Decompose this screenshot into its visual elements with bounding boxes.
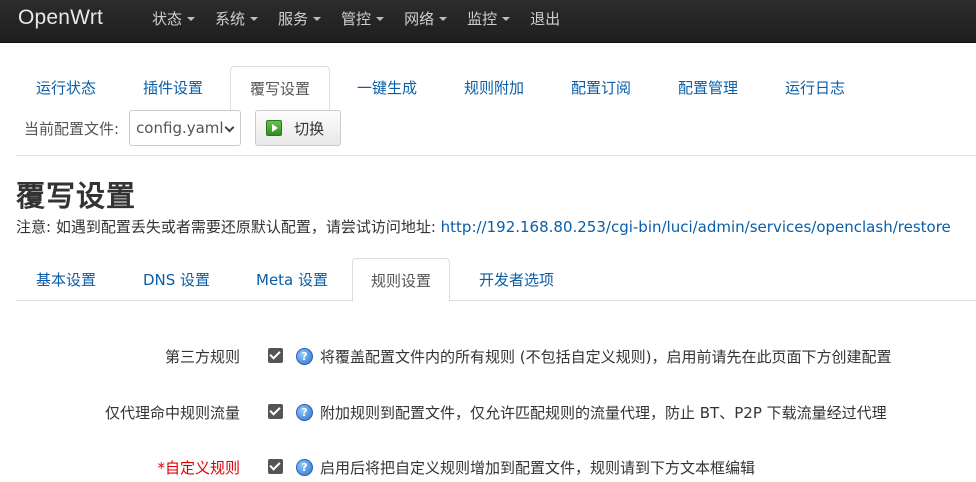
option-row-custom-rules: *自定义规则 ? 启用后将把自定义规则增加到配置文件，规则请到下方文本框编辑	[0, 455, 976, 479]
config-file-selected: config.yaml	[136, 119, 224, 137]
nav-item-label: 管控	[341, 9, 372, 28]
tab-basic-settings[interactable]: 基本设置	[36, 258, 96, 301]
section-divider	[16, 155, 976, 156]
play-icon	[266, 120, 283, 136]
nav-item-label: 状态	[152, 9, 183, 28]
tab-run-log[interactable]: 运行日志	[785, 66, 845, 111]
brand-logo[interactable]: OpenWrt	[18, 6, 103, 30]
tab-run-status[interactable]: 运行状态	[36, 66, 96, 111]
config-file-row: 当前配置文件: config.yaml 切换	[24, 110, 342, 146]
page-title: 覆写设置	[16, 179, 137, 213]
nav-item-logout[interactable]: 退出	[520, 0, 570, 36]
nav-item-network[interactable]: 网络	[394, 0, 457, 36]
tab-rule-append[interactable]: 规则附加	[464, 66, 524, 111]
nav-item-system[interactable]: 系统	[205, 0, 268, 36]
nav-item-label: 退出	[530, 9, 561, 28]
notice-text: 注意: 如遇到配置丢失或者需要还原默认配置，请尝试访问地址:	[16, 218, 441, 236]
restore-link[interactable]: http://192.168.80.253/cgi-bin/luci/admin…	[441, 218, 951, 236]
option-row-proxy-matched-only: 仅代理命中规则流量 ? 附加规则到配置文件，仅允许匹配规则的流量代理，防止 BT…	[0, 400, 976, 424]
option-description: 附加规则到配置文件，仅允许匹配规则的流量代理，防止 BT、P2P 下载流量经过代…	[320, 403, 887, 422]
nav-item-monitor[interactable]: 监控	[457, 0, 520, 36]
tab-one-click-generate[interactable]: 一键生成	[357, 66, 417, 111]
option-label-required: *自定义规则	[157, 458, 240, 477]
chevron-down-icon	[187, 17, 196, 21]
chevron-down-icon	[224, 122, 235, 133]
switch-button[interactable]: 切换	[255, 110, 342, 146]
switch-button-label: 切换	[294, 119, 325, 138]
chevron-down-icon	[250, 17, 259, 21]
tab-developer-options[interactable]: 开发者选项	[479, 258, 554, 301]
tab-plugin-settings[interactable]: 插件设置	[143, 66, 203, 111]
tab-rule-settings[interactable]: 规则设置	[352, 258, 451, 302]
tab-override-settings[interactable]: 覆写设置	[230, 66, 331, 111]
tab-meta-settings[interactable]: Meta 设置	[256, 258, 328, 301]
nav-item-label: 服务	[278, 9, 309, 28]
tab-dns-settings[interactable]: DNS 设置	[143, 258, 210, 301]
tab-config-management[interactable]: 配置管理	[678, 66, 738, 111]
config-file-select[interactable]: config.yaml	[129, 110, 242, 146]
help-icon: ?	[296, 404, 313, 421]
option-description: 启用后将把自定义规则增加到配置文件，规则请到下方文本框编辑	[320, 458, 756, 477]
config-file-label: 当前配置文件:	[24, 119, 120, 138]
nav-item-control[interactable]: 管控	[331, 0, 394, 36]
proxy-matched-only-checkbox[interactable]	[268, 404, 283, 419]
option-description: 将覆盖配置文件内的所有规则 (不包括自定义规则)，启用前请先在此页面下方创建配置	[320, 347, 892, 366]
nav-menu: 状态 系统 服务 管控 网络 监控 退出	[142, 0, 570, 43]
restore-notice: 注意: 如遇到配置丢失或者需要还原默认配置，请尝试访问地址: http://19…	[16, 216, 951, 237]
nav-item-label: 监控	[467, 9, 498, 28]
third-party-rules-checkbox[interactable]	[268, 348, 283, 363]
option-label: 仅代理命中规则流量	[104, 403, 240, 422]
help-icon: ?	[296, 459, 313, 476]
help-icon: ?	[296, 348, 313, 365]
tab-config-subscription[interactable]: 配置订阅	[571, 66, 631, 111]
nav-item-label: 网络	[404, 9, 435, 28]
chevron-down-icon	[313, 17, 322, 21]
chevron-down-icon	[376, 17, 385, 21]
nav-item-services[interactable]: 服务	[268, 0, 331, 36]
main-tabs: 运行状态 插件设置 覆写设置 一键生成 规则附加 配置订阅 配置管理 运行日志	[16, 66, 976, 111]
nav-item-label: 系统	[215, 9, 246, 28]
chevron-down-icon	[502, 17, 511, 21]
custom-rules-checkbox[interactable]	[268, 459, 283, 474]
chevron-down-icon	[439, 17, 448, 21]
sub-tabs: 基本设置 DNS 设置 Meta 设置 规则设置 开发者选项	[16, 258, 976, 302]
top-navbar: OpenWrt 状态 系统 服务 管控 网络 监控 退出	[0, 0, 976, 43]
option-label: 第三方规则	[164, 347, 240, 366]
option-row-third-party-rules: 第三方规则 ? 将覆盖配置文件内的所有规则 (不包括自定义规则)，启用前请先在此…	[0, 344, 976, 368]
nav-item-status[interactable]: 状态	[142, 0, 205, 36]
